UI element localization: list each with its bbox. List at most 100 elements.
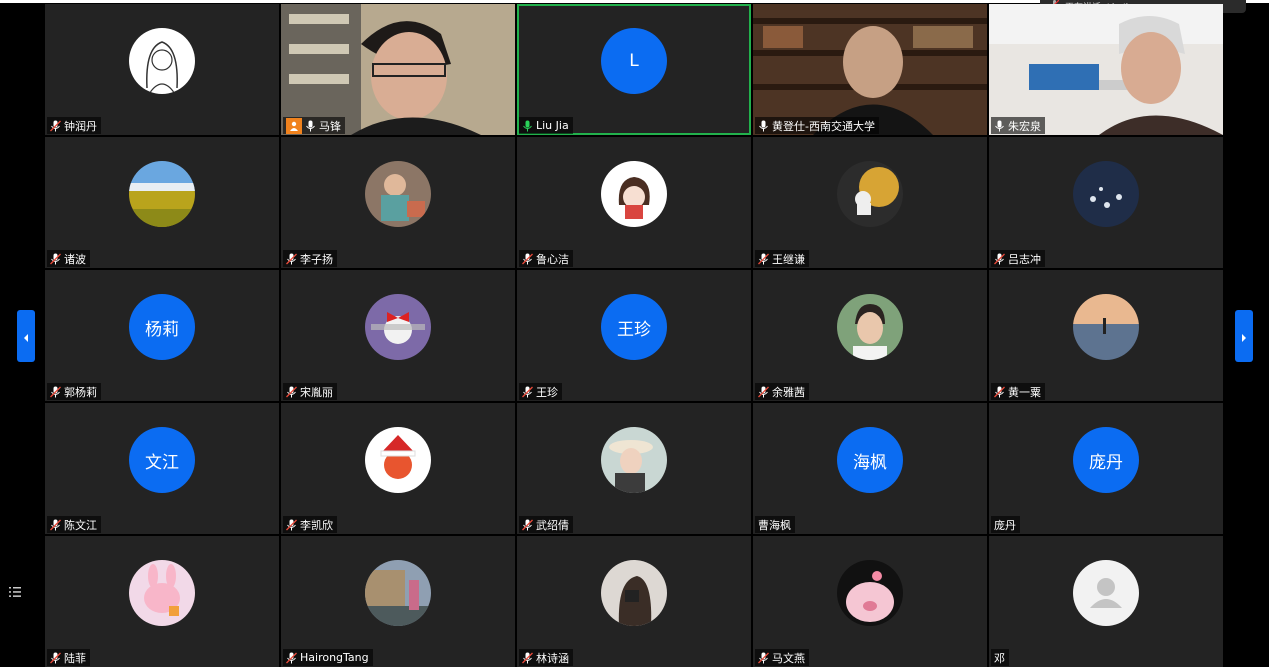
initials-avatar: 杨莉 — [129, 294, 195, 360]
participant-name: 陈文江 — [64, 518, 97, 532]
participant-tile[interactable]: 邓 — [989, 536, 1223, 667]
participant-name: 郭杨莉 — [64, 385, 97, 399]
participant-tile[interactable]: 李凯欣 — [281, 403, 515, 534]
participant-name-tag: 陈文江 — [47, 516, 101, 533]
participant-tile[interactable]: 朱宏泉 — [989, 4, 1223, 135]
participant-name-tag: Liu Jia — [519, 117, 573, 134]
participant-name: 曹海枫 — [758, 518, 791, 532]
cartoon-girl-avatar — [601, 161, 667, 227]
participant-name-tag: 马锋 — [283, 117, 345, 134]
participant-tile[interactable]: HairongTang — [281, 536, 515, 667]
mic-muted-icon — [522, 519, 533, 531]
participant-name: Liu Jia — [536, 119, 569, 132]
participant-name: 陆菲 — [64, 651, 86, 665]
young-man-photo — [837, 294, 903, 360]
pink-bunny-avatar — [129, 560, 195, 626]
participant-tile[interactable]: 王珍 王珍 — [517, 270, 751, 401]
participant-tile[interactable]: 文江陈文江 — [45, 403, 279, 534]
child-photo — [365, 161, 431, 227]
participant-name: 林诗涵 — [536, 651, 569, 665]
mic-muted-icon — [286, 519, 297, 531]
sunset-beach-photo — [1073, 294, 1139, 360]
participant-name-tag: 王继谦 — [755, 250, 809, 267]
participant-tile[interactable]: 庞丹 庞丹 — [989, 403, 1223, 534]
participant-tile[interactable]: 陆菲 — [45, 536, 279, 667]
participant-name: 王继谦 — [772, 252, 805, 266]
participant-tile[interactable]: L Liu Jia — [517, 4, 751, 135]
participant-name: 鲁心洁 — [536, 252, 569, 266]
participant-tile[interactable]: 林诗涵 — [517, 536, 751, 667]
mic-muted-icon — [994, 386, 1005, 398]
mic-muted-icon — [758, 253, 769, 265]
next-page-button[interactable] — [1235, 310, 1253, 362]
participant-name-tag: 诸波 — [47, 250, 90, 267]
initials-avatar: 庞丹 — [1073, 427, 1139, 493]
daisy-duck-avatar — [365, 294, 431, 360]
participant-name-tag: 吕志冲 — [991, 250, 1045, 267]
participant-name: 黄登仕-西南交通大学 — [772, 119, 875, 133]
participant-name-tag: 余雅茜 — [755, 383, 809, 400]
host-person-icon — [286, 117, 302, 134]
astronaut-moon-avatar — [837, 161, 903, 227]
participant-name-tag: 王珍 — [519, 383, 562, 400]
participant-tile[interactable]: 吕志冲 — [989, 137, 1223, 268]
participant-list-icon[interactable] — [7, 584, 23, 600]
participant-name-tag: 陆菲 — [47, 649, 90, 666]
birds-water-photo — [1073, 161, 1139, 227]
participant-name: 诸波 — [64, 252, 86, 266]
participant-grid: 钟润丹 马锋 L Liu Jia 黄登仕-西南交通大学 朱宏泉诸波 李子扬 鲁心洁 王继谦 吕志冲… — [45, 4, 1223, 667]
mic-muted-icon — [286, 253, 297, 265]
mic-muted-icon — [286, 386, 297, 398]
participant-name: 庞丹 — [994, 518, 1016, 532]
initials-avatar: 海枫 — [837, 427, 903, 493]
mic-icon — [758, 120, 769, 132]
participant-tile[interactable]: 钟润丹 — [45, 4, 279, 135]
participant-tile[interactable]: 余雅茜 — [753, 270, 987, 401]
mic-icon — [305, 120, 316, 132]
participant-tile[interactable]: 黄登仕-西南交通大学 — [753, 4, 987, 135]
participant-name-tag: 武绍倩 — [519, 516, 573, 533]
participant-name-tag: 黄一粟 — [991, 383, 1045, 400]
camera-girl-photo — [601, 560, 667, 626]
participant-name: 马锋 — [319, 119, 341, 133]
girl-hat-photo — [601, 427, 667, 493]
participant-tile[interactable]: 宋胤丽 — [281, 270, 515, 401]
christmas-character-avatar — [365, 427, 431, 493]
canal-street-photo — [365, 560, 431, 626]
participant-tile[interactable]: 武绍倩 — [517, 403, 751, 534]
initials-avatar: 王珍 — [601, 294, 667, 360]
participant-name: 吕志冲 — [1008, 252, 1041, 266]
participant-name: 武绍倩 — [536, 518, 569, 532]
participant-name-tag: 邓 — [991, 649, 1009, 666]
mic-muted-icon — [50, 386, 61, 398]
chevron-left-icon — [23, 327, 29, 346]
participant-name-tag: 郭杨莉 — [47, 383, 101, 400]
participant-name-tag: 鲁心洁 — [519, 250, 573, 267]
participant-tile[interactable]: 鲁心洁 — [517, 137, 751, 268]
initials-avatar: 文江 — [129, 427, 195, 493]
mic-muted-icon — [50, 120, 61, 132]
default-user-avatar — [1073, 560, 1139, 626]
pink-pig-avatar — [837, 560, 903, 626]
participant-tile[interactable]: 杨莉郭杨莉 — [45, 270, 279, 401]
participant-name: 余雅茜 — [772, 385, 805, 399]
participant-name-tag: 曹海枫 — [755, 516, 795, 533]
participant-name-tag: 林诗涵 — [519, 649, 573, 666]
participant-name-tag: 李凯欣 — [283, 516, 337, 533]
participant-tile[interactable]: 马文燕 — [753, 536, 987, 667]
participant-tile[interactable]: 马锋 — [281, 4, 515, 135]
participant-tile[interactable]: 诸波 — [45, 137, 279, 268]
participant-tile[interactable]: 王继谦 — [753, 137, 987, 268]
mic-icon — [522, 120, 533, 132]
participant-name: HairongTang — [300, 651, 369, 664]
participant-tile[interactable]: 海枫曹海枫 — [753, 403, 987, 534]
participant-tile[interactable]: 黄一粟 — [989, 270, 1223, 401]
participant-name-tag: 宋胤丽 — [283, 383, 337, 400]
participant-name: 黄一粟 — [1008, 385, 1041, 399]
participant-name: 李凯欣 — [300, 518, 333, 532]
participant-tile[interactable]: 李子扬 — [281, 137, 515, 268]
participant-name-tag: 朱宏泉 — [991, 117, 1045, 134]
mic-icon — [994, 120, 1005, 132]
previous-page-button[interactable] — [17, 310, 35, 362]
participant-name: 朱宏泉 — [1008, 119, 1041, 133]
